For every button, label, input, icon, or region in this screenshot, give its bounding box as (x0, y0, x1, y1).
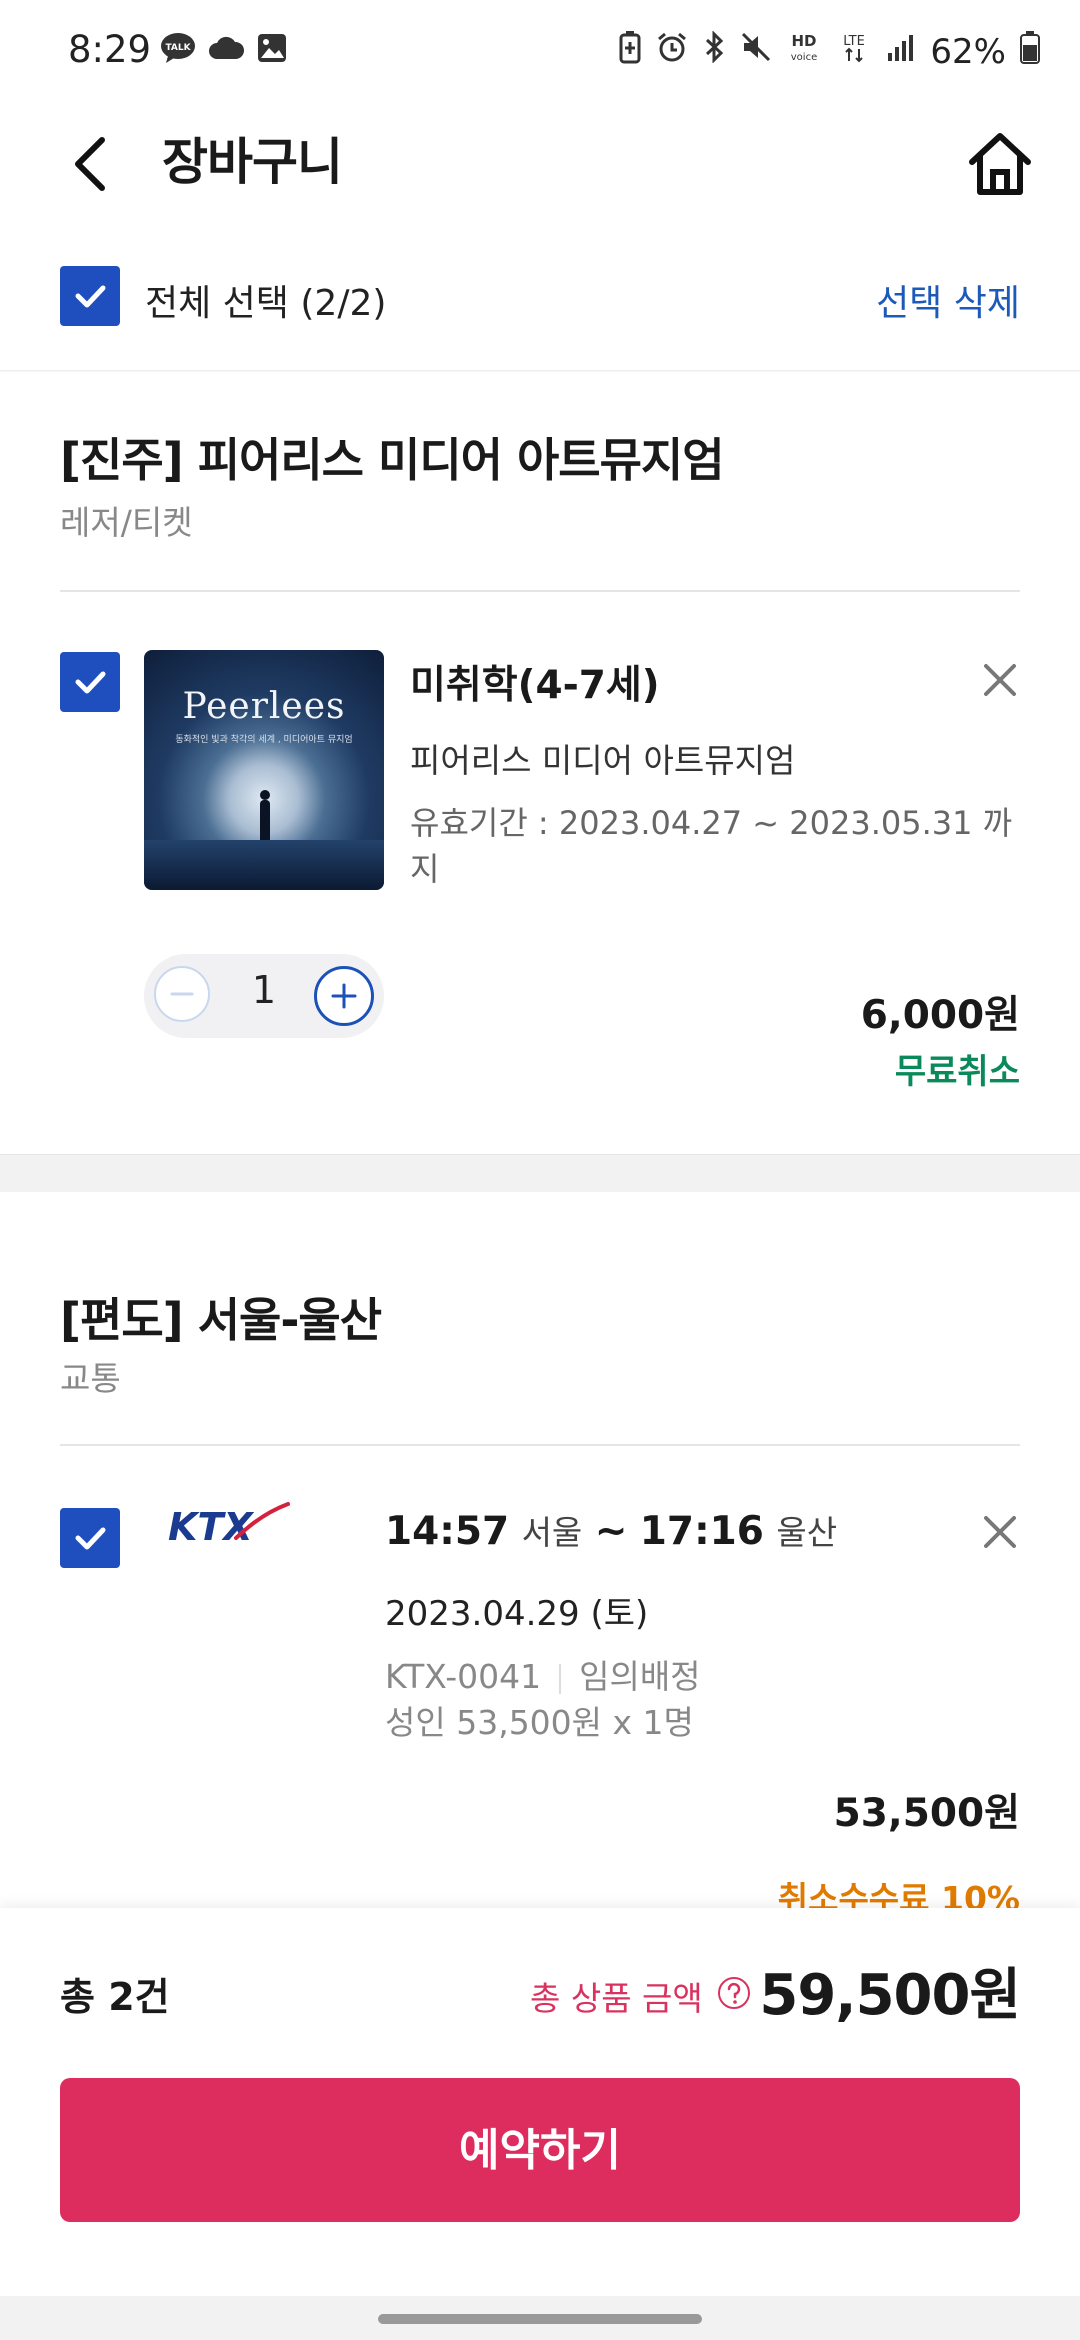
remove-item-button[interactable] (980, 1512, 1020, 1552)
item-price: 53,500원 (833, 1791, 1020, 1836)
check-icon (75, 1527, 106, 1550)
section-category: 레저/티켓 (60, 503, 193, 542)
train-number: KTX-0041 (385, 1657, 542, 1696)
item-checkbox[interactable] (60, 652, 120, 712)
train-date: 2023.04.29 (토) (385, 1594, 649, 1634)
hd-voice-icon: HD voice (786, 31, 822, 72)
page-title: 장바구니 (162, 133, 343, 191)
battery-level: 62% (930, 31, 1006, 72)
item-checkbox[interactable] (60, 1508, 120, 1568)
delete-selected-button[interactable]: 선택 삭제 (876, 274, 1020, 326)
depart-station: 서울 (521, 1513, 583, 1552)
section-category: 교통 (60, 1359, 121, 1398)
home-icon (969, 133, 1031, 195)
depart-time: 14:57 (385, 1509, 510, 1554)
lte-icon: LTE (836, 31, 872, 72)
thumbnail-figure-head (260, 790, 270, 800)
cart-section-leisure: [진주] 피어리스 미디어 아트뮤지엄 레저/티켓 Peerlees 동화적인 … (0, 372, 1080, 1152)
section-divider (60, 590, 1020, 592)
plus-icon (331, 983, 357, 1009)
svg-text:voice: voice (791, 52, 817, 63)
product-venue: 피어리스 미디어 아트뮤지엄 (410, 741, 796, 780)
select-all-checkbox[interactable] (60, 266, 120, 326)
ktx-logo-text: KTX (168, 1505, 254, 1546)
svg-text:HD: HD (792, 32, 817, 50)
seat-assignment: 임의배정 (579, 1657, 701, 1696)
status-left-icons: TALK (160, 32, 288, 68)
remove-item-button[interactable] (980, 660, 1020, 700)
signal-icon (886, 32, 916, 72)
product-validity: 유효기간 : 2023.04.27 ~ 2023.05.31 까지 (410, 804, 1013, 888)
section-title: [편도] 서울-울산 (60, 1293, 382, 1347)
back-arrow-icon (75, 137, 105, 191)
arrive-station: 울산 (776, 1513, 838, 1552)
total-amount: 59,500원 (759, 1963, 1021, 2028)
bluetooth-icon (702, 30, 726, 72)
select-all-label[interactable]: 전체 선택 (2/2) (145, 274, 386, 326)
app-header: 장바구니 (0, 100, 1080, 230)
home-indicator[interactable] (378, 2314, 702, 2324)
section-title: [진주] 피어리스 미디어 아트뮤지엄 (60, 433, 725, 487)
close-icon (984, 664, 1016, 696)
arrive-time: 17:16 (639, 1509, 764, 1554)
close-icon (984, 1516, 1016, 1548)
svg-text:TALK: TALK (165, 43, 191, 53)
status-right-icons: HD voice LTE 62% (618, 30, 1040, 73)
section-divider (60, 1444, 1020, 1446)
gallery-icon (256, 32, 288, 68)
status-bar: 8:29 TALK HD voice LTE 62% (0, 0, 1080, 100)
alarm-icon (656, 31, 688, 72)
thumbnail-figure (260, 800, 270, 840)
battery-saver-icon (618, 30, 642, 73)
total-label: 총 상품 금액 (530, 1979, 703, 2018)
thumbnail-title: Peerlees (182, 686, 346, 727)
train-info: KTX-0041 임의배정 (385, 1650, 701, 1698)
thumbnail-water (144, 840, 384, 890)
mute-icon (740, 31, 772, 72)
product-thumbnail[interactable]: Peerlees 동화적인 빛과 착각의 세계 , 미디어아트 뮤지엄 (144, 650, 384, 890)
increase-quantity-button[interactable] (314, 966, 374, 1026)
thumbnail-subtitle: 동화적인 빛과 착각의 세계 , 미디어아트 뮤지엄 (175, 735, 353, 745)
fare-detail: 성인 53,500원 x 1명 (385, 1703, 694, 1742)
route-separator: ~ (594, 1509, 628, 1554)
product-name[interactable]: 미취학(4-7세) (410, 654, 660, 710)
cart-section-transport: [편도] 서울-울산 교통 KTX 14:57 서울 ~ 17:16 울산 20… (0, 1192, 1080, 1918)
checkout-bar: 총 2건 총 상품 금액 59,500원 예약하기 (0, 1908, 1080, 2340)
talk-icon: TALK (160, 32, 196, 68)
ktx-logo: KTX (166, 1500, 290, 1549)
back-button[interactable] (60, 118, 130, 208)
cancel-policy: 무료취소 (894, 1052, 1020, 1092)
total-count: 총 2건 (60, 1975, 170, 2019)
check-icon (75, 671, 106, 694)
help-icon[interactable] (717, 1976, 751, 2010)
info-divider (559, 1663, 562, 1694)
svg-text:LTE: LTE (844, 34, 866, 49)
select-all-bar: 전체 선택 (2/2) 선택 삭제 (0, 230, 1080, 371)
section-separator (0, 1154, 1080, 1193)
quantity-stepper: 1 (144, 954, 384, 1038)
cloud-icon (208, 35, 245, 65)
battery-icon (1020, 30, 1040, 73)
status-time: 8:29 (68, 28, 152, 71)
item-price: 6,000원 (860, 993, 1020, 1038)
home-button[interactable] (960, 118, 1040, 208)
book-button[interactable]: 예약하기 (60, 2078, 1020, 2222)
check-icon (75, 285, 106, 308)
train-schedule: 14:57 서울 ~ 17:16 울산 (385, 1506, 837, 1554)
